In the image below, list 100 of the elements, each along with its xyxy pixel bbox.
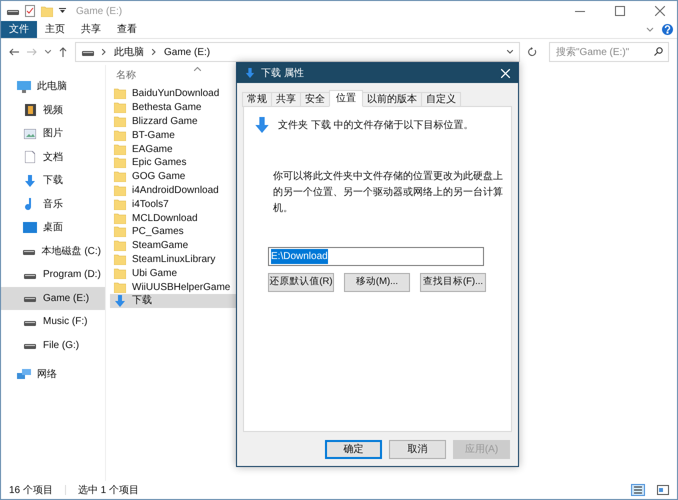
chevron-right-icon: [102, 49, 106, 55]
down-arrow-icon: [245, 68, 255, 78]
file-row[interactable]: BaiduYunDownload: [110, 87, 238, 101]
sidebar-item[interactable]: 桌面: [1, 216, 105, 240]
folder-icon: [114, 268, 126, 279]
ribbon-tab[interactable]: 文件: [1, 21, 37, 38]
file-row[interactable]: i4AndroidDownload: [110, 184, 238, 198]
window-title: Game (E:): [76, 4, 122, 18]
folder-icon: [114, 212, 126, 224]
folder-icon: [114, 88, 126, 100]
file-row[interactable]: Ubi Game: [110, 266, 238, 280]
action-button[interactable]: 还原默认值(R): [268, 273, 334, 292]
folder-icon: [41, 6, 53, 16]
back-icon[interactable]: [9, 48, 19, 56]
drive-icon: [23, 247, 36, 256]
file-row[interactable]: WiiUUSBHelperGame: [110, 280, 238, 294]
sidebar-item[interactable]: 文档: [1, 146, 105, 169]
chevron-right-icon: [152, 49, 156, 55]
file-row[interactable]: GOG Game: [110, 170, 238, 184]
checklist-icon[interactable]: [25, 5, 35, 17]
file-row[interactable]: SteamGame: [110, 238, 238, 253]
folder-icon: [114, 240, 126, 252]
down-arrow-icon: [254, 117, 270, 133]
intro-text: 文件夹 下载 中的文件存储于以下目标位置。: [278, 118, 474, 133]
image-icon: [24, 128, 36, 139]
sidebar-item[interactable]: 本地磁盘 (C:): [1, 240, 105, 263]
sidebar-item[interactable]: Music (F:): [1, 310, 105, 334]
sidebar-item[interactable]: Program (D:): [1, 263, 105, 286]
folder-icon: [114, 184, 126, 196]
ribbon-tab[interactable]: 查看: [109, 21, 145, 38]
drive-icon: [24, 294, 36, 302]
sidebar-item[interactable]: 网络: [1, 363, 105, 386]
action-button[interactable]: 移动(M)...: [344, 273, 410, 292]
folder-icon: [114, 130, 126, 141]
refresh-icon[interactable]: [528, 47, 537, 57]
computer-icon: [17, 80, 31, 93]
file-row[interactable]: BT-Game: [110, 128, 238, 142]
sidebar-item[interactable]: 图片: [1, 122, 105, 146]
ribbon-tab[interactable]: 主页: [37, 21, 73, 38]
up-arrow-icon[interactable]: [59, 47, 67, 57]
file-row[interactable]: PC_Games: [110, 224, 238, 239]
chevron-down-icon[interactable]: [507, 50, 513, 54]
folder-icon: [114, 144, 126, 155]
file-row[interactable]: Bethesta Game: [110, 100, 238, 115]
file-row[interactable]: EAGame: [110, 142, 238, 156]
sidebar-item[interactable]: File (G:): [1, 334, 105, 357]
sidebar-item[interactable]: 视频: [1, 98, 105, 122]
file-row[interactable]: Blizzard Game: [110, 114, 238, 128]
sidebar-item[interactable]: 音乐: [1, 192, 105, 216]
column-header[interactable]: 名称: [116, 68, 136, 82]
folder-icon: [114, 157, 126, 168]
sidebar-item[interactable]: Game (E:): [1, 286, 105, 310]
path-field[interactable]: E:\Download: [268, 247, 484, 266]
folder-icon: [114, 116, 126, 127]
sidebar-item[interactable]: 此电脑: [1, 75, 105, 98]
breadcrumb-item[interactable]: 此电脑: [114, 44, 144, 60]
description-text: 你可以将此文件夹中文件存储的位置更改为此硬盘上的另一个位置、另一个驱动器或网络上的另一台计算机。: [272, 170, 504, 216]
network-icon: [17, 369, 31, 380]
chevron-down-icon[interactable]: [45, 50, 51, 54]
file-row[interactable]: 下载: [110, 294, 238, 308]
dialog-tab[interactable]: 位置: [329, 90, 363, 107]
dialog-tab[interactable]: 共享: [271, 92, 301, 107]
folder-icon: [114, 198, 126, 210]
maximize-icon[interactable]: [615, 6, 625, 16]
drive-icon: [24, 341, 36, 350]
action-button[interactable]: 查找目标(F)...: [420, 273, 486, 292]
help-icon[interactable]: [662, 24, 673, 35]
item-count: 16 个项目: [9, 484, 53, 498]
dialog-button[interactable]: 取消: [389, 440, 446, 458]
address-bar[interactable]: 此电脑 Game (E:): [75, 42, 520, 62]
dialog-title: 下载 属性: [261, 66, 304, 80]
search-icon: [654, 47, 663, 56]
close-icon[interactable]: [655, 6, 665, 16]
folder-icon: [114, 226, 126, 238]
document-icon: [25, 151, 35, 164]
down-arrow-icon: [24, 174, 36, 187]
dialog-tab[interactable]: 自定义: [421, 92, 461, 107]
dropdown-icon[interactable]: [59, 8, 66, 14]
down-arrow-icon: [114, 294, 126, 307]
sort-caret-icon: [194, 67, 201, 71]
breadcrumb-item[interactable]: Game (E:): [164, 44, 210, 60]
search-field[interactable]: 搜索"Game (E:)": [549, 42, 669, 62]
ribbon-tab[interactable]: 共享: [73, 21, 109, 38]
drive-icon: [82, 48, 94, 56]
sidebar-item[interactable]: 下载: [1, 169, 105, 192]
selection-count: 选中 1 个项目: [78, 484, 140, 498]
file-row[interactable]: Epic Games: [110, 156, 238, 170]
dialog-tab[interactable]: 常规: [242, 92, 272, 107]
folder-icon: [114, 254, 126, 265]
file-row[interactable]: i4Tools7: [110, 197, 238, 212]
large-icons-view-icon[interactable]: [657, 485, 669, 495]
desktop-icon: [23, 222, 37, 234]
file-row[interactable]: SteamLinuxLibrary: [110, 252, 238, 266]
drive-icon: [7, 7, 19, 15]
details-view-icon[interactable]: [631, 484, 645, 496]
folder-icon: [114, 171, 126, 182]
film-icon: [24, 104, 36, 116]
chevron-down-icon[interactable]: [646, 26, 654, 32]
file-row[interactable]: MCLDownload: [110, 211, 238, 225]
dialog-button[interactable]: 确定: [325, 440, 382, 458]
